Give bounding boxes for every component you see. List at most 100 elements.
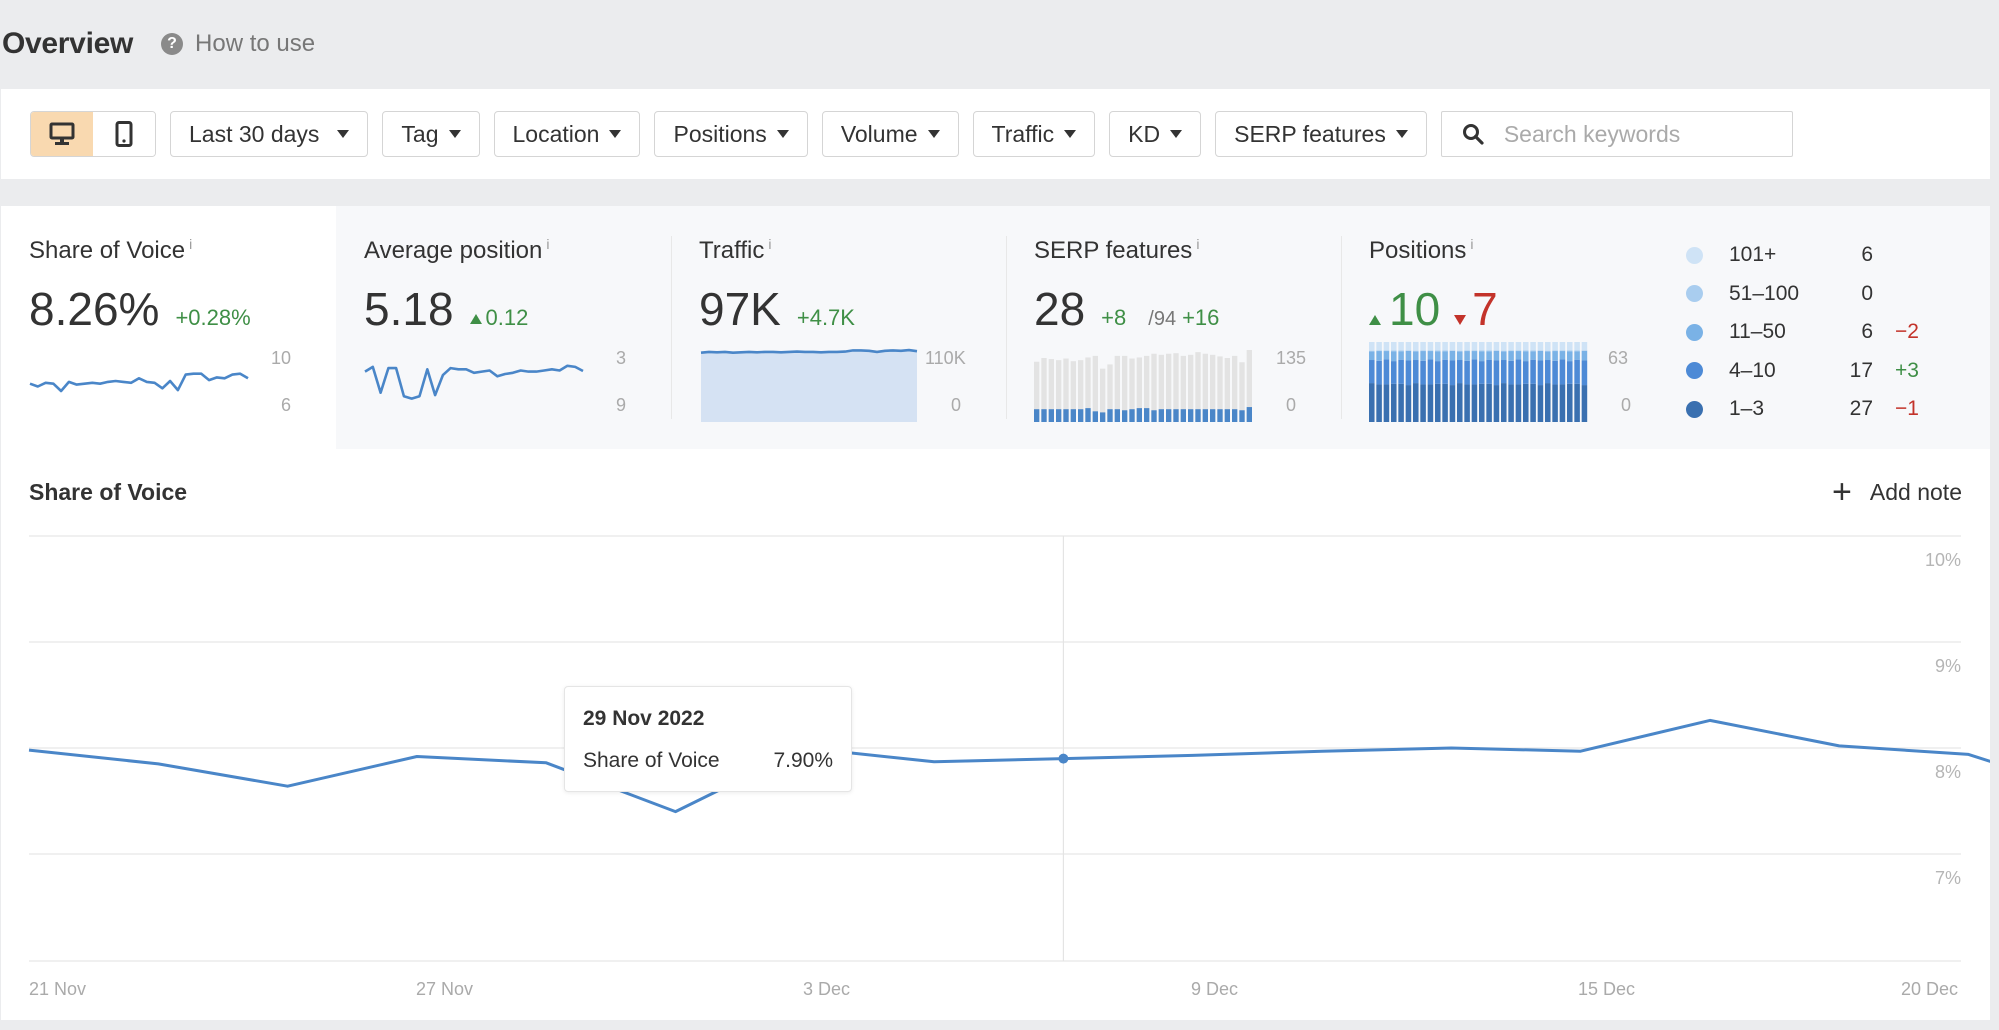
tooltip-row: Share of Voice 7.90% — [583, 749, 833, 773]
positions-bar-segment — [1398, 351, 1404, 360]
info-icon[interactable]: i — [1470, 236, 1473, 252]
serp-bar-owned — [1122, 410, 1128, 422]
kd-filter[interactable]: KD — [1109, 111, 1202, 157]
date-range-dropdown[interactable]: Last 30 days — [170, 111, 369, 157]
divider — [1341, 236, 1342, 419]
positions-bar-segment — [1559, 350, 1566, 352]
positions-bar-segment — [1574, 351, 1580, 360]
caret-down-icon — [609, 130, 622, 138]
positions-filter[interactable]: Positions — [654, 111, 808, 157]
legend-row[interactable]: 11–50 6 −2 — [1686, 313, 1919, 352]
divider — [1006, 236, 1007, 419]
info-icon[interactable]: i — [1196, 236, 1199, 252]
serp-bar-owned — [1166, 409, 1172, 422]
legend-row[interactable]: 1–3 27 −1 — [1686, 390, 1919, 429]
positions-bar-segment — [1391, 350, 1397, 352]
traffic-value: 97K — [699, 283, 781, 335]
add-note-button[interactable]: + Add note — [1832, 475, 1962, 509]
positions-bar-segment — [1464, 360, 1470, 385]
serp-features-filter-label: SERP features — [1234, 120, 1386, 147]
positions-bar-segment — [1427, 350, 1434, 352]
sov-delta: +0.28% — [175, 305, 251, 330]
positions-bar-segment — [1479, 350, 1485, 352]
serp-bar-chart — [1034, 350, 1252, 422]
x-tick-label: 21 Nov — [29, 979, 86, 999]
tooltip-value: 7.90% — [773, 749, 833, 772]
positions-bar-segment — [1369, 350, 1375, 352]
positions-bar-segment — [1471, 351, 1478, 360]
metric-label: Share of Voice i — [29, 236, 192, 265]
metric-value: 10 7 — [1369, 282, 1498, 336]
legend-label: 1–3 — [1729, 397, 1765, 421]
positions-bar-segment — [1567, 350, 1573, 352]
positions-bar-segment — [1508, 360, 1514, 385]
mobile-button[interactable] — [93, 112, 155, 156]
positions-bar-segment — [1581, 350, 1588, 351]
location-filter[interactable]: Location — [493, 111, 641, 157]
legend-dot-icon — [1686, 246, 1703, 264]
serp-bar-owned — [1100, 412, 1106, 422]
positions-bar-segment — [1369, 383, 1375, 422]
tooltip-label: Share of Voice — [583, 749, 720, 772]
legend-row[interactable]: 101+ 6 — [1686, 236, 1919, 275]
positions-bar-segment — [1501, 342, 1507, 351]
share-of-voice-chart-panel: 10% 9% 8% 7% 21 Nov 27 Nov 3 Dec 9 Dec 15 Dec 20 … — [1, 449, 1990, 1020]
positions-bar-segment — [1405, 350, 1412, 351]
positions-bar-segment — [1449, 350, 1456, 361]
positions-bar-segment — [1427, 351, 1434, 360]
y-tick-label: 9% — [1935, 656, 1961, 676]
legend-dot-icon — [1686, 285, 1703, 303]
tag-filter[interactable]: Tag — [382, 111, 480, 157]
legend-dot-icon — [1686, 400, 1703, 418]
legend-row[interactable]: 51–100 0 — [1686, 275, 1919, 314]
info-icon[interactable]: i — [546, 236, 549, 252]
positions-bar-segment — [1559, 359, 1566, 385]
share-of-voice-line-chart[interactable]: 10% 9% 8% 7% 21 Nov 27 Nov 3 Dec 9 Dec 15 Dec 20 … — [1, 449, 1990, 1020]
metric-serp-features[interactable]: SERP features i 28 +8/94 +16 135 0 — [1006, 206, 1341, 449]
positions-bar-segment — [1486, 383, 1492, 422]
info-icon[interactable]: i — [189, 236, 192, 252]
positions-bar-segment — [1369, 351, 1375, 361]
metric-share-of-voice[interactable]: Share of Voice i 8.26% +0.28% 10 6 — [1, 206, 336, 449]
positions-bar-segment — [1493, 342, 1500, 351]
serp-bar-owned — [1180, 409, 1186, 422]
positions-bar-segment — [1479, 351, 1485, 362]
positions-bar-segment — [1383, 350, 1390, 352]
positions-bar-segment — [1413, 383, 1419, 422]
info-icon[interactable]: i — [768, 236, 771, 252]
positions-bar-segment — [1405, 360, 1412, 386]
add-note-label: Add note — [1869, 478, 1962, 505]
positions-bar-segment — [1442, 342, 1448, 351]
positions-bar-segment — [1567, 351, 1573, 362]
positions-bar-segment — [1552, 360, 1558, 385]
positions-bar-segment — [1398, 342, 1404, 351]
serp-bar-owned — [1085, 408, 1091, 422]
metric-label-text: Traffic — [699, 237, 765, 264]
positions-bar-segment — [1479, 342, 1485, 351]
metric-value: 8.26% +0.28% — [29, 282, 251, 336]
caret-down-icon — [1395, 130, 1408, 138]
serp-total-delta: +16 — [1182, 305, 1220, 330]
legend-row[interactable]: 4–10 17 +3 — [1686, 352, 1919, 391]
x-tick-label: 27 Nov — [416, 979, 473, 999]
desktop-button[interactable] — [31, 112, 93, 156]
positions-bar-segment — [1545, 342, 1551, 351]
metric-average-position[interactable]: Average position i 5.18 0.12 3 9 — [336, 206, 671, 449]
volume-filter[interactable]: Volume — [821, 111, 959, 157]
positions-bar-segment — [1369, 342, 1375, 351]
sparkline-axis-min: 9 — [616, 395, 627, 415]
traffic-filter[interactable]: Traffic — [972, 111, 1096, 157]
positions-bar-segment — [1581, 385, 1588, 422]
positions-bar-segment — [1398, 359, 1404, 384]
metric-traffic[interactable]: Traffic i 97K +4.7K 110K 0 — [671, 206, 1006, 449]
how-to-use-link[interactable]: ? How to use — [161, 30, 315, 58]
serp-bar-owned — [1151, 410, 1157, 422]
serp-features-filter[interactable]: SERP features — [1215, 111, 1427, 157]
serp-bar-owned — [1173, 409, 1179, 422]
page-header: Overview ? How to use — [0, 0, 1999, 88]
caret-down-icon — [337, 130, 350, 138]
desktop-icon — [49, 122, 75, 145]
divider — [671, 236, 672, 419]
search-box — [1440, 111, 1793, 157]
search-keywords-input[interactable] — [1503, 120, 1784, 148]
